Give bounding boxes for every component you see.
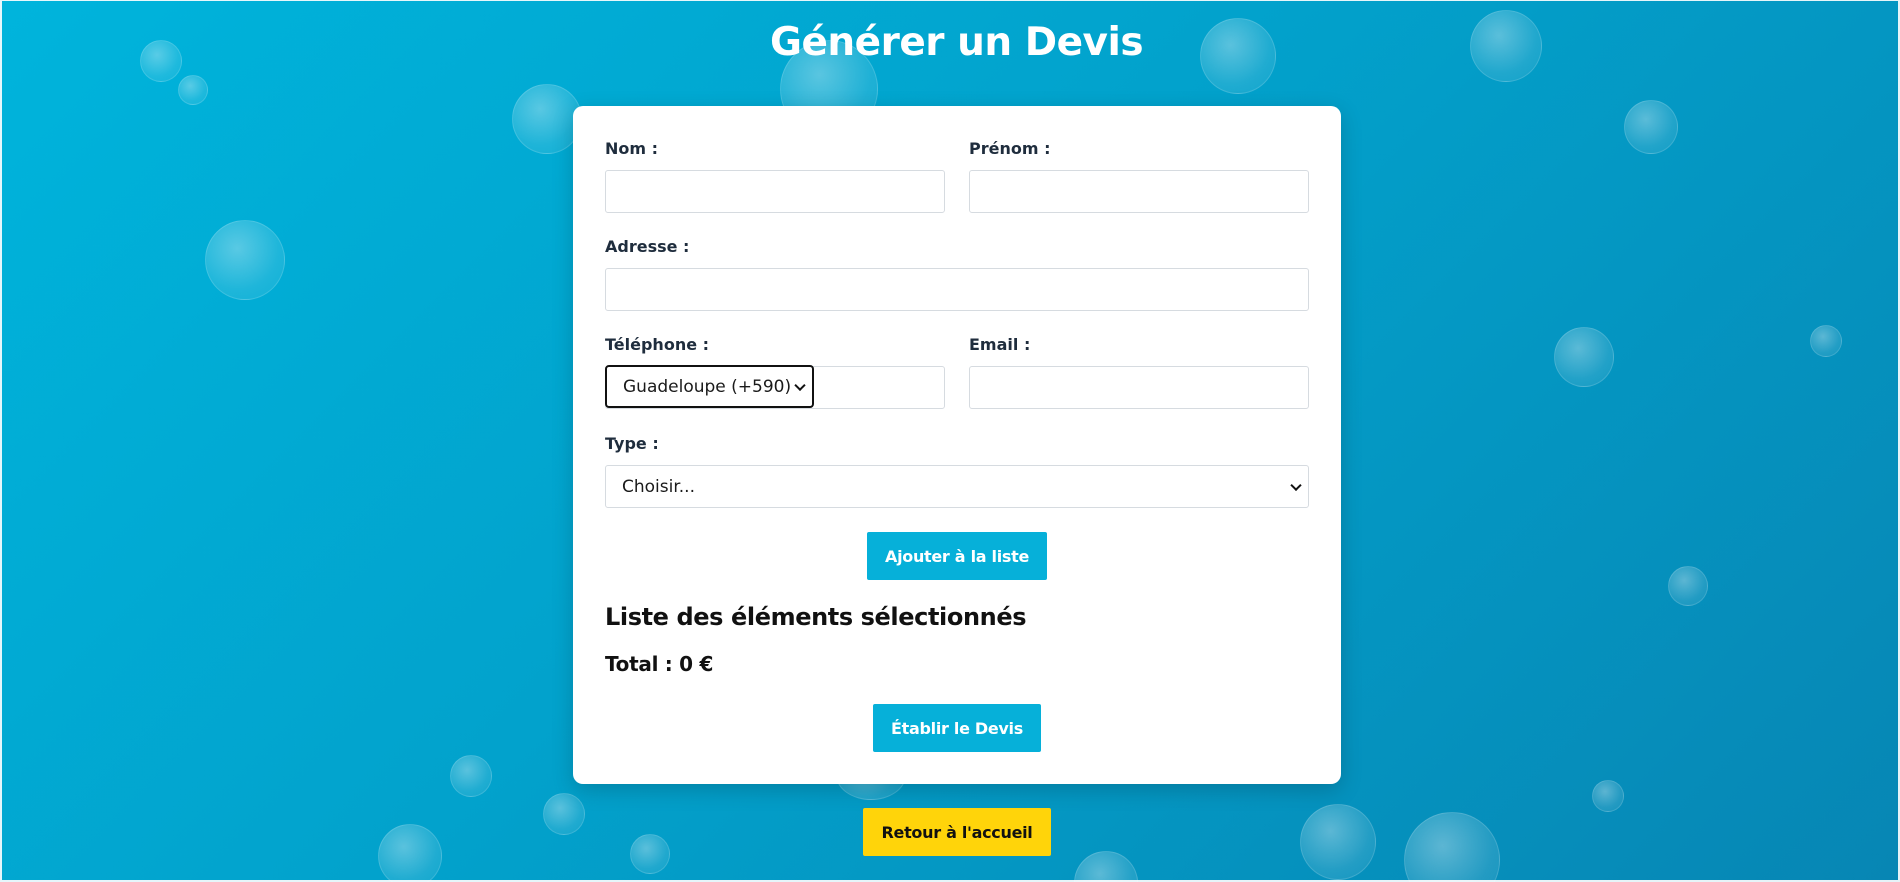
background-bubble xyxy=(1810,325,1842,357)
background-bubble xyxy=(1404,812,1500,882)
add-to-list-button[interactable]: Ajouter à la liste xyxy=(867,532,1047,580)
chevron-down-icon xyxy=(794,379,806,391)
country-code-select[interactable]: Guadeloupe (+590) xyxy=(605,365,814,408)
background-bubble xyxy=(378,824,442,882)
prenom-input[interactable] xyxy=(969,170,1309,213)
nom-input[interactable] xyxy=(605,170,945,213)
chevron-down-icon xyxy=(1290,479,1302,491)
quote-form-card: Nom : Prénom : Adresse : Téléphone : Gua… xyxy=(573,106,1341,784)
background-bubble xyxy=(1300,804,1376,880)
back-home-button[interactable]: Retour à l'accueil xyxy=(863,808,1051,856)
prenom-label: Prénom : xyxy=(969,139,1051,158)
background-bubble xyxy=(205,220,285,300)
type-label: Type : xyxy=(605,434,659,453)
type-select[interactable]: Choisir... xyxy=(605,465,1309,508)
selected-items-title: Liste des éléments sélectionnés xyxy=(605,603,1027,631)
background-bubble xyxy=(1554,327,1614,387)
background-bubble xyxy=(512,84,582,154)
background-bubble xyxy=(1074,851,1138,882)
email-input[interactable] xyxy=(969,366,1309,409)
background-bubble xyxy=(450,755,492,797)
country-code-value: Guadeloupe (+590) xyxy=(623,376,792,397)
type-select-value: Choisir... xyxy=(622,476,695,497)
telephone-label: Téléphone : xyxy=(605,335,710,354)
email-label: Email : xyxy=(969,335,1031,354)
adresse-label: Adresse : xyxy=(605,237,690,256)
background-bubble xyxy=(1592,780,1624,812)
create-quote-button[interactable]: Établir le Devis xyxy=(873,704,1041,752)
background-bubble xyxy=(1624,100,1678,154)
background-bubble xyxy=(178,75,208,105)
background-bubble xyxy=(543,793,585,835)
adresse-input[interactable] xyxy=(605,268,1309,311)
page-title: Générer un Devis xyxy=(769,20,1144,65)
nom-label: Nom : xyxy=(605,139,659,158)
background-bubble xyxy=(1668,566,1708,606)
total-amount: Total : 0 € xyxy=(605,652,714,676)
background-bubble xyxy=(630,834,670,874)
